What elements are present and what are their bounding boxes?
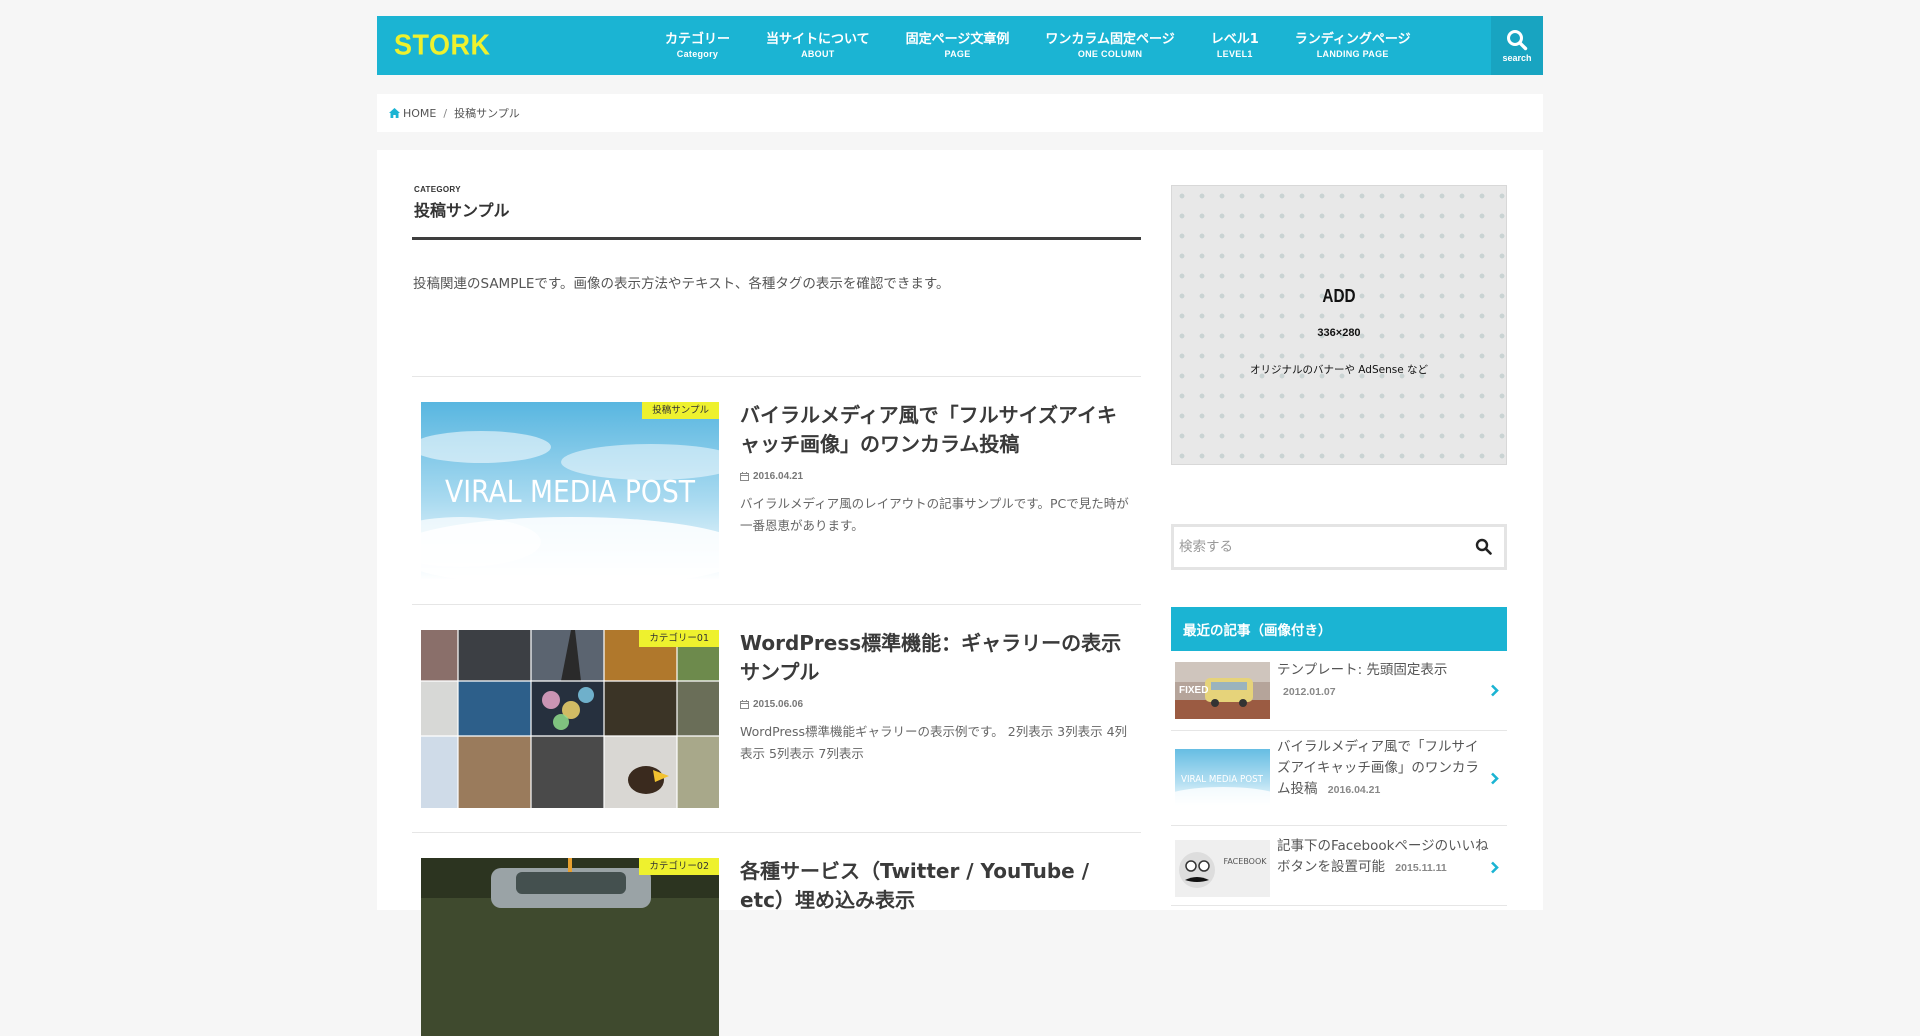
post-item[interactable]: VIRAL MEDIA POST 投稿サンプル バイラルメディア風で「フルサイズ… <box>412 376 1141 604</box>
recent-post-text[interactable]: バイラルメディア風で「フルサイズアイキャッチ画像」のワンカラム投稿 2016.0… <box>1277 737 1489 801</box>
ad-size: 336×280 <box>1317 327 1361 339</box>
nav-item-landing-page[interactable]: ランディングページ LANDING PAGE <box>1277 16 1429 75</box>
recent-post-date: 2016.04.21 <box>1327 784 1381 796</box>
nav-item-one-column[interactable]: ワンカラム固定ページ ONE COLUMN <box>1027 16 1192 75</box>
recent-post-thumbnail[interactable]: FIXED <box>1175 662 1270 719</box>
title-divider <box>412 237 1141 240</box>
post-item[interactable]: カテゴリー01 WordPress標準機能：ギャラリーの表示サンプル 2015.… <box>412 604 1141 832</box>
recent-post-thumbnail[interactable]: VIRAL MEDIA POST <box>1175 749 1270 806</box>
content-panel: CATEGORY 投稿サンプル 投稿関連のSAMPLEです。画像の表示方法やテキ… <box>377 150 1543 1036</box>
search-icon <box>1507 29 1528 50</box>
post-item[interactable]: カテゴリー02 各種サービス（Twitter / YouTube / etc）埋… <box>412 832 1141 1036</box>
car-image <box>421 858 719 1036</box>
site-logo[interactable]: STORK <box>394 29 491 62</box>
nav-sublabel: Category <box>676 48 719 59</box>
breadcrumb-home[interactable]: HOME <box>389 107 436 120</box>
recent-post-text[interactable]: 記事下のFacebookページのいいねボタンを設置可能 2015.11.11 <box>1277 836 1489 879</box>
recent-post-item[interactable]: FIXED テンプレート: 先頭固定表示 2012.01.07 <box>1171 651 1507 731</box>
chevron-right-icon <box>1491 684 1499 697</box>
post-excerpt: WordPress標準機能ギャラリーの表示例です。 2列表示 3列表示 4列表示… <box>740 724 1128 761</box>
thumb-text: FACEBOOK <box>1223 857 1267 866</box>
ad-banner[interactable]: ADD 336×280 オリジナルのバナーや AdSense など <box>1171 185 1507 465</box>
recent-post-item[interactable]: VIRAL MEDIA POST バイラルメディア風で「フルサイズアイキャッチ画… <box>1171 731 1507 826</box>
calendar-icon <box>740 472 749 481</box>
viral-media-image: VIRAL MEDIA POST <box>1175 749 1270 806</box>
recent-post-title: 記事下のFacebookページのいいねボタンを設置可能 <box>1277 838 1489 875</box>
sidebar-search-box <box>1171 524 1507 570</box>
calendar-icon <box>740 700 749 709</box>
recent-post-thumbnail[interactable]: FACEBOOK <box>1175 840 1270 897</box>
thumb-text: VIRAL MEDIA POST <box>1181 774 1264 785</box>
recent-post-item[interactable]: FACEBOOK 記事下のFacebookページのいいねボタンを設置可能 201… <box>1171 826 1507 906</box>
post-title[interactable]: 各種サービス（Twitter / YouTube / etc）埋め込み表示 <box>740 857 1130 915</box>
category-description: 投稿関連のSAMPLEです。画像の表示方法やテキスト、各種タグの表示を確認できま… <box>413 276 950 292</box>
category-small-label: CATEGORY <box>414 185 461 194</box>
nav-item-about[interactable]: 当サイトについて ABOUT <box>748 16 888 75</box>
post-date-text: 2015.06.06 <box>753 699 804 710</box>
viral-media-image: VIRAL MEDIA POST <box>421 402 719 580</box>
nav-sublabel: ABOUT <box>801 48 835 59</box>
nav-sublabel: LEVEL1 <box>1216 48 1253 59</box>
recent-posts-heading: 最近の記事（画像付き） <box>1171 607 1507 651</box>
nav-label: 固定ページ文章例 <box>905 31 1010 47</box>
nav-item-category[interactable]: カテゴリー Category <box>647 16 748 75</box>
post-date-text: 2016.04.21 <box>753 471 804 482</box>
breadcrumb-home-label: HOME <box>403 106 437 120</box>
search-label: search <box>1502 52 1532 63</box>
ad-title: ADD <box>1322 286 1356 306</box>
thumb-text: FIXED <box>1179 685 1208 696</box>
category-label[interactable]: カテゴリー01 <box>639 630 719 647</box>
nav-sublabel: ONE COLUMN <box>1077 48 1143 59</box>
sidebar-search-input[interactable] <box>1174 527 1454 567</box>
nav-label: ワンカラム固定ページ <box>1045 31 1175 47</box>
post-thumbnail[interactable]: カテゴリー02 <box>421 858 719 1036</box>
facebook-illustration-image: FACEBOOK <box>1175 840 1270 897</box>
search-icon <box>1475 538 1492 555</box>
nav-sublabel: PAGE <box>944 48 971 59</box>
breadcrumb: HOME / 投稿サンプル <box>377 94 1543 132</box>
nav-label: レベル1 <box>1210 31 1259 47</box>
post-title[interactable]: バイラルメディア風で「フルサイズアイキャッチ画像」のワンカラム投稿 <box>740 401 1130 459</box>
post-date: 2016.04.21 <box>740 471 803 482</box>
page-title: 投稿サンプル <box>414 201 510 220</box>
chevron-right-icon <box>1491 772 1499 785</box>
nav-item-level1[interactable]: レベル1 LEVEL1 <box>1193 16 1277 75</box>
search-submit-button[interactable] <box>1475 538 1492 559</box>
nav-item-page[interactable]: 固定ページ文章例 PAGE <box>888 16 1028 75</box>
site-header: STORK カテゴリー Category 当サイトについて ABOUT 固定ペー… <box>377 16 1543 75</box>
post-thumbnail[interactable]: カテゴリー01 <box>421 630 719 808</box>
breadcrumb-current: 投稿サンプル <box>454 107 520 120</box>
recent-post-date: 2012.01.07 <box>1283 686 1336 698</box>
main-nav: カテゴリー Category 当サイトについて ABOUT 固定ページ文章例 P… <box>647 16 1429 75</box>
category-label[interactable]: 投稿サンプル <box>642 402 719 419</box>
thumb-text: VIRAL MEDIA POST <box>445 475 696 510</box>
post-excerpt: バイラルメディア風のレイアウトの記事サンプルです。PCで見た時が一番恩恵がありま… <box>740 496 1129 533</box>
recent-post-text[interactable]: テンプレート: 先頭固定表示 2012.01.07 <box>1277 660 1489 703</box>
nav-label: ランディングページ <box>1294 31 1411 47</box>
gallery-image <box>421 630 719 808</box>
post-thumbnail[interactable]: VIRAL MEDIA POST 投稿サンプル <box>421 402 719 580</box>
chevron-right-icon <box>1491 861 1499 874</box>
ad-note: オリジナルのバナーや AdSense など <box>1249 364 1429 376</box>
home-icon <box>389 108 400 118</box>
header-search-button[interactable]: search <box>1491 16 1543 75</box>
nav-sublabel: LANDING PAGE <box>1316 48 1389 59</box>
nav-label: カテゴリー <box>665 31 731 47</box>
post-title[interactable]: WordPress標準機能：ギャラリーの表示サンプル <box>740 629 1130 687</box>
recent-post-title: テンプレート: 先頭固定表示 <box>1277 662 1448 678</box>
fixed-van-image: FIXED <box>1175 662 1270 719</box>
category-label[interactable]: カテゴリー02 <box>639 858 719 875</box>
breadcrumb-separator: / <box>443 106 448 120</box>
post-date: 2015.06.06 <box>740 699 803 710</box>
recent-post-date: 2015.11.11 <box>1395 862 1447 874</box>
nav-label: 当サイトについて <box>766 31 870 47</box>
